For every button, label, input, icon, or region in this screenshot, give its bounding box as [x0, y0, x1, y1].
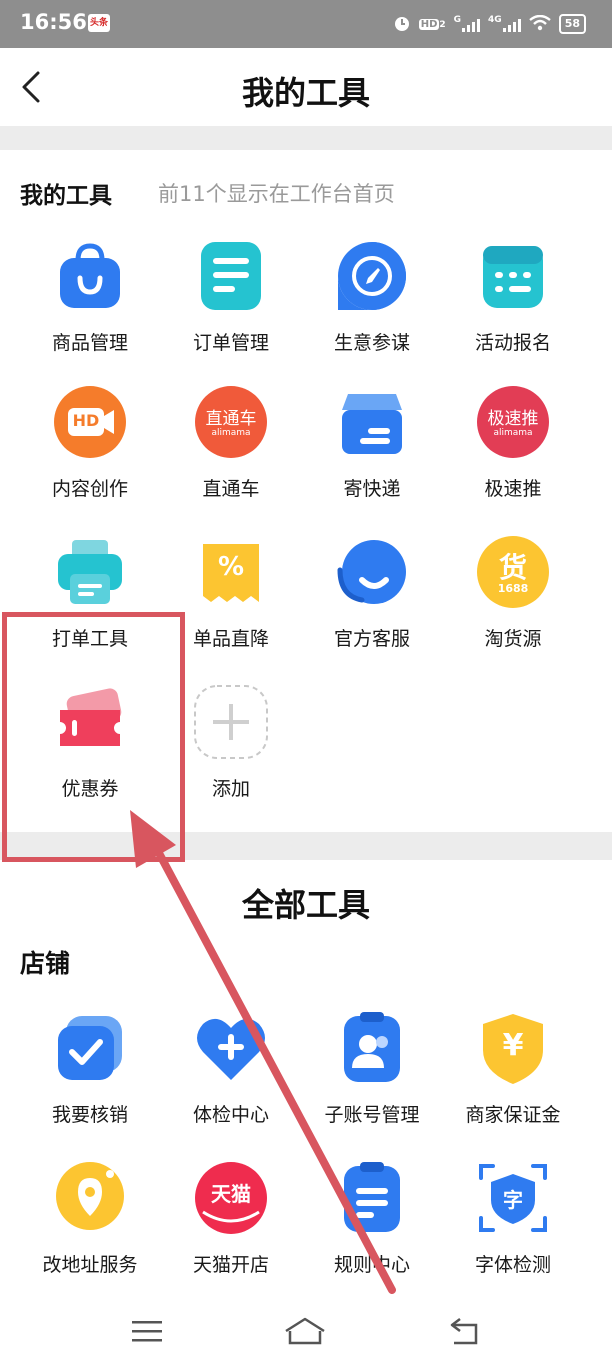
tool-send-express[interactable]: 寄快递 [302, 384, 442, 501]
navigation-bar: 我的工具 [0, 48, 612, 126]
tool-through-train[interactable]: 直通车 alimama 直通车 [161, 384, 301, 501]
tool-rules-center[interactable]: 规则中心 [302, 1160, 442, 1277]
tool-label: 直通车 [202, 478, 260, 500]
tool-label: 订单管理 [192, 332, 269, 354]
compass-icon [334, 238, 410, 314]
tool-product-management[interactable]: 商品管理 [20, 238, 160, 355]
page-title: 我的工具 [241, 74, 370, 112]
my-tools-hint: 前11个显示在工作台首页 [158, 182, 395, 206]
shopping-bag-icon [52, 238, 128, 314]
tool-label: 我要核销 [51, 1104, 128, 1126]
tool-change-address[interactable]: 改地址服务 [20, 1160, 160, 1277]
hd-network-icon: HD 2 [418, 18, 446, 30]
status-bar: 16:56 头条 HD 2 G 4G 58 [0, 0, 612, 48]
menu-icon[interactable] [122, 1313, 172, 1349]
tool-order-management[interactable]: 订单管理 [161, 238, 301, 355]
tool-label: 活动报名 [474, 332, 551, 354]
my-tools-heading: 我的工具 [20, 183, 112, 209]
all-tools-heading: 全部工具 [241, 886, 370, 924]
tool-activity-signup[interactable]: 活动报名 [443, 238, 583, 355]
verify-check-icon [52, 1010, 128, 1086]
discount-receipt-icon: % [193, 534, 269, 610]
tool-label: 内容创作 [51, 478, 128, 500]
sub-account-users-icon [334, 1010, 410, 1086]
tool-label: 寄快递 [343, 478, 401, 500]
signal-4g-icon: 4G [488, 16, 521, 32]
tool-label: 生意参谋 [333, 332, 410, 354]
font-scan-icon: 字 [475, 1160, 551, 1236]
package-box-icon [334, 384, 410, 460]
heart-plus-icon [193, 1010, 269, 1086]
tool-label: 极速推 [484, 478, 542, 500]
tool-content-creation[interactable]: HD 内容创作 [20, 384, 160, 501]
tool-label: 天猫开店 [192, 1254, 269, 1276]
tool-business-advisor[interactable]: 生意参谋 [302, 238, 442, 355]
wifi-icon [528, 14, 551, 34]
tool-label: 子账号管理 [324, 1104, 420, 1126]
alarm-icon [393, 14, 411, 35]
tool-label: 淘货源 [484, 628, 542, 650]
calendar-icon [475, 238, 551, 314]
status-time: 16:56 [20, 10, 87, 34]
quick-promotion-icon: 极速推 alimama [475, 384, 551, 460]
tool-label: 改地址服务 [42, 1254, 138, 1276]
tool-health-check[interactable]: 体检中心 [161, 1010, 301, 1127]
tool-merchant-deposit[interactable]: ¥ 商家保证金 [443, 1010, 583, 1127]
sourcing-1688-icon: 货 1688 [475, 534, 551, 610]
tool-official-support[interactable]: 官方客服 [302, 534, 442, 651]
tool-sub-account[interactable]: 子账号管理 [302, 1010, 442, 1127]
plus-icon [193, 684, 269, 760]
tool-label: 规则中心 [333, 1254, 410, 1276]
tmall-icon: 天猫 [193, 1160, 269, 1236]
hd-video-icon: HD [52, 384, 128, 460]
back-icon[interactable] [440, 1313, 490, 1349]
tool-verify-redeem[interactable]: 我要核销 [20, 1010, 160, 1127]
tool-taobao-sourcing[interactable]: 货 1688 淘货源 [443, 534, 583, 651]
section-divider [0, 126, 612, 150]
toutiao-app-icon: 头条 [88, 14, 110, 32]
tool-label: 商家保证金 [465, 1104, 561, 1126]
order-list-icon [193, 238, 269, 314]
system-navigation-bar [0, 1303, 612, 1353]
tool-label: 体检中心 [192, 1104, 269, 1126]
home-icon[interactable] [280, 1313, 330, 1349]
location-pin-icon [52, 1160, 128, 1236]
signal-g-icon: G [454, 16, 481, 32]
tool-tmall-open-store[interactable]: 天猫 天猫开店 [161, 1160, 301, 1277]
tool-label: 字体检测 [474, 1254, 551, 1276]
status-indicators: HD 2 G 4G 58 [393, 12, 586, 36]
tool-quick-promotion[interactable]: 极速推 alimama 极速推 [443, 384, 583, 501]
tool-label: 官方客服 [333, 628, 410, 650]
category-store-heading: 店铺 [20, 949, 71, 978]
rules-document-icon [334, 1160, 410, 1236]
tool-label: 商品管理 [51, 332, 128, 354]
through-train-icon: 直通车 alimama [193, 384, 269, 460]
yuan-shield-icon: ¥ [475, 1010, 551, 1086]
tool-font-check[interactable]: 字 字体检测 [443, 1160, 583, 1277]
printer-icon [52, 534, 128, 610]
annotation-highlight-box [2, 612, 185, 862]
customer-service-icon [334, 534, 410, 610]
battery-icon: 58 [558, 14, 586, 34]
